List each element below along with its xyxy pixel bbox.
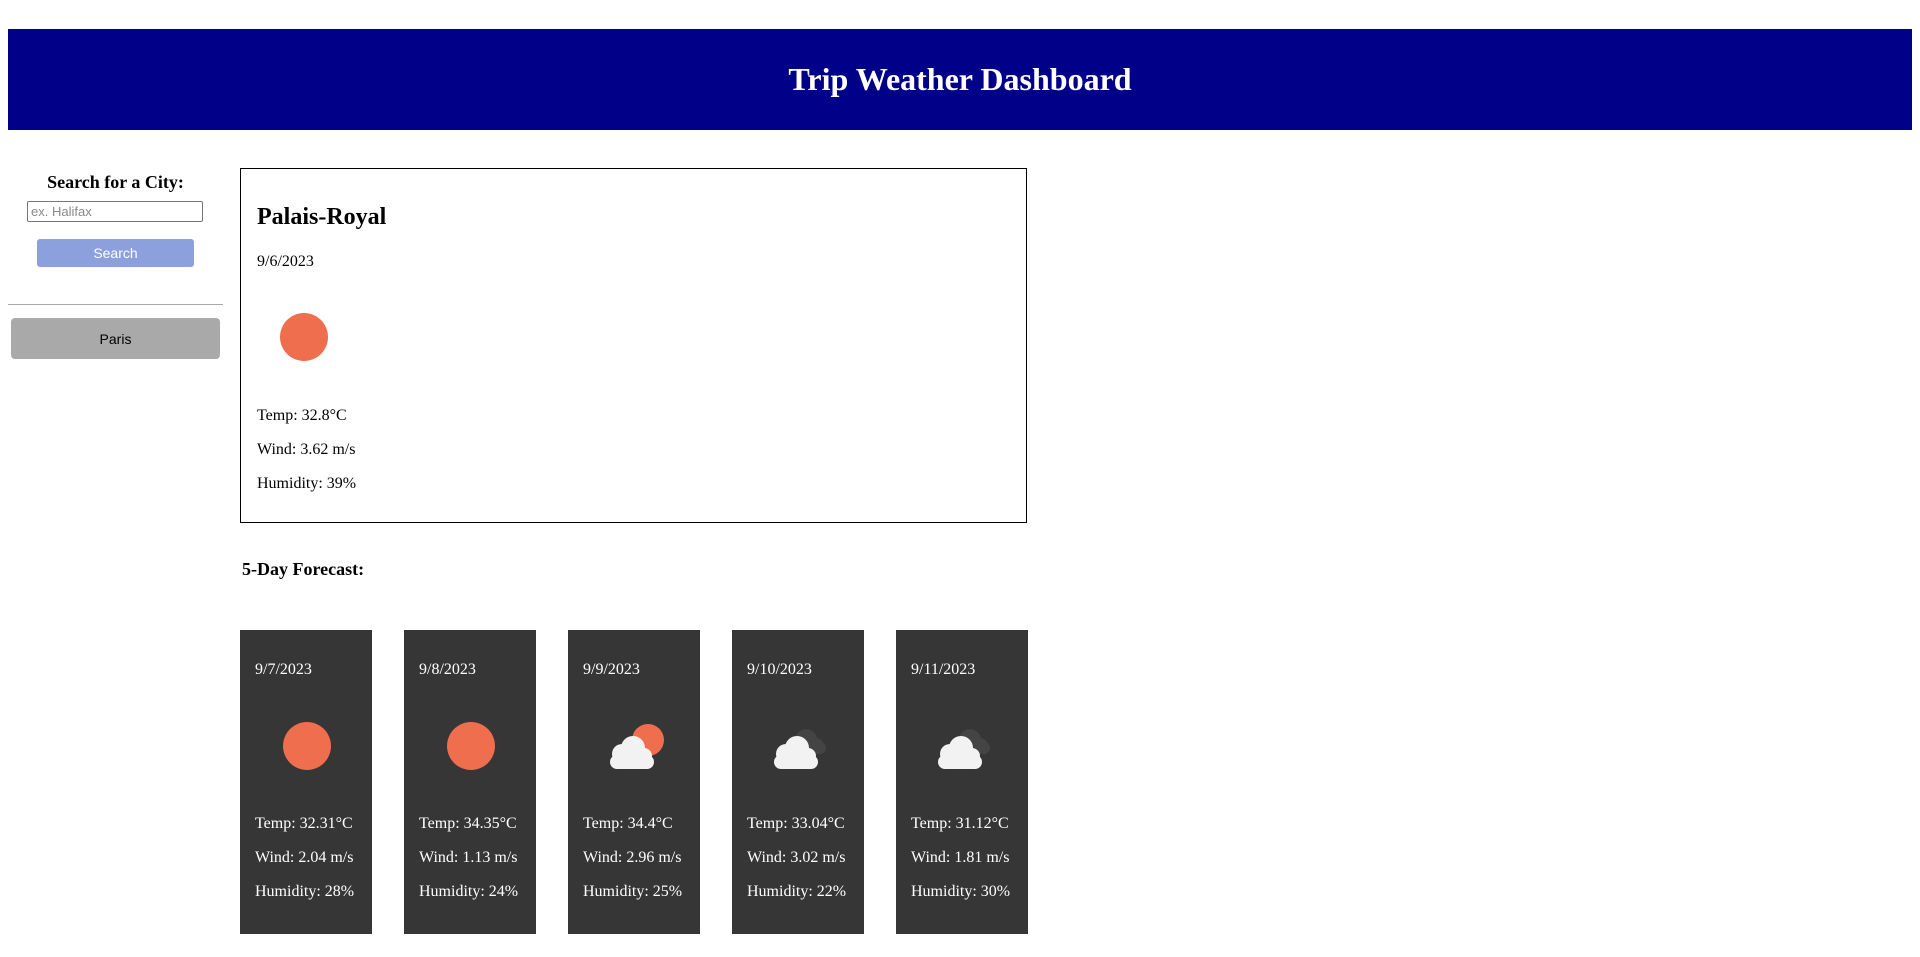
cloudy-icon xyxy=(774,729,826,769)
current-date: 9/6/2023 xyxy=(257,253,314,270)
forecast-date: 9/8/2023 xyxy=(419,661,476,678)
page-title: Trip Weather Dashboard xyxy=(788,61,1132,97)
forecast-wind: Wind: 2.04 m/s xyxy=(255,849,354,866)
forecast-wind: Wind: 2.96 m/s xyxy=(583,849,682,866)
forecast-temp: Temp: 32.31°C xyxy=(255,815,353,832)
search-label: Search for a City: xyxy=(47,172,184,192)
forecast-temp: Temp: 34.35°C xyxy=(419,815,517,832)
city-name: Palais-Royal xyxy=(257,204,387,230)
sun-icon xyxy=(447,722,495,770)
search-button[interactable]: Search xyxy=(37,239,194,267)
forecast-humidity: Humidity: 30% xyxy=(911,883,1011,900)
forecast-heading: 5-Day Forecast: xyxy=(242,559,365,579)
forecast-humidity: Humidity: 22% xyxy=(747,883,847,900)
search-input[interactable] xyxy=(27,201,203,222)
forecast-humidity: Humidity: 28% xyxy=(255,883,355,900)
cloudy-icon xyxy=(938,729,990,769)
forecast-temp: Temp: 31.12°C xyxy=(911,815,1009,832)
forecast-temp: Temp: 34.4°C xyxy=(583,815,673,832)
forecast-wind: Wind: 1.81 m/s xyxy=(911,849,1010,866)
forecast-date: 9/7/2023 xyxy=(255,661,312,678)
current-wind: Wind: 3.62 m/s xyxy=(257,441,356,458)
forecast-card: 9/8/2023 Temp: 34.35°C Wind: 1.13 m/s Hu… xyxy=(404,630,536,934)
forecast-date: 9/10/2023 xyxy=(747,661,812,678)
forecast-card: 9/11/2023 Temp: 31.12°C Wind: 1.81 m/s H… xyxy=(896,630,1028,934)
current-weather-card: Palais-Royal 9/6/2023 Temp: 32.8°C Wind:… xyxy=(240,168,1027,523)
sun-icon xyxy=(283,722,331,770)
sidebar-divider xyxy=(8,304,223,305)
partly-cloudy-icon xyxy=(610,724,664,769)
forecast-card: 9/10/2023 Temp: 33.04°C Wind: 3.02 m/s H… xyxy=(732,630,864,934)
sun-icon xyxy=(280,313,328,361)
forecast-temp: Temp: 33.04°C xyxy=(747,815,845,832)
forecast-date: 9/9/2023 xyxy=(583,661,640,678)
forecast-card: 9/7/2023 Temp: 32.31°C Wind: 2.04 m/s Hu… xyxy=(240,630,372,934)
forecast-card: 9/9/2023 Temp: 34.4°C Wind: 2.96 m/s Hum… xyxy=(568,630,700,934)
page: Trip Weather Dashboard Search for a City… xyxy=(0,0,1920,957)
forecast-humidity: Humidity: 25% xyxy=(583,883,683,900)
forecast-humidity: Humidity: 24% xyxy=(419,883,519,900)
history-button-paris[interactable]: Paris xyxy=(11,318,220,359)
current-temp: Temp: 32.8°C xyxy=(257,407,347,424)
current-humidity: Humidity: 39% xyxy=(257,475,357,492)
header-banner: Trip Weather Dashboard xyxy=(8,29,1912,130)
forecast-wind: Wind: 3.02 m/s xyxy=(747,849,846,866)
forecast-wind: Wind: 1.13 m/s xyxy=(419,849,518,866)
forecast-date: 9/11/2023 xyxy=(911,661,976,678)
